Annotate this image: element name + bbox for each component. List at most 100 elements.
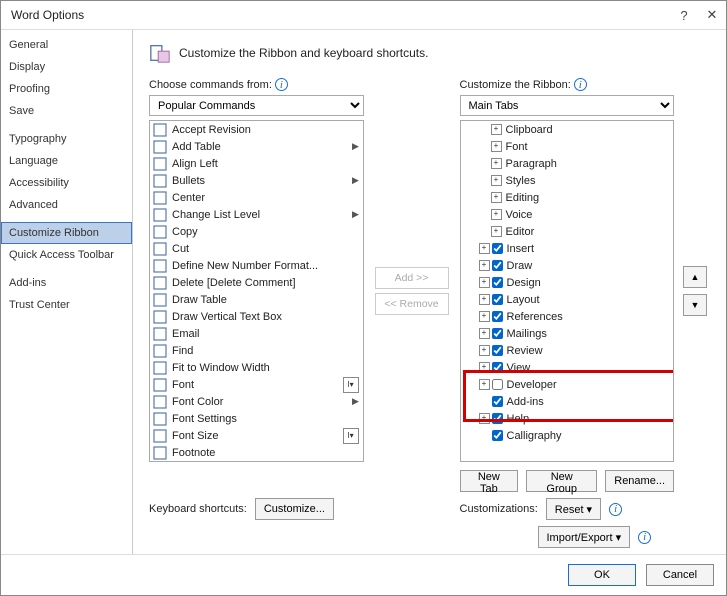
help-button[interactable]: ? <box>670 1 698 29</box>
tab-checkbox[interactable] <box>492 311 503 322</box>
command-item[interactable]: Center <box>150 189 363 206</box>
command-item[interactable]: Add Table▶ <box>150 138 363 155</box>
tab-checkbox[interactable] <box>492 396 503 407</box>
sidebar-item[interactable]: Proofing <box>1 78 132 100</box>
command-item[interactable]: Find <box>150 342 363 359</box>
remove-button[interactable]: << Remove <box>375 293 449 315</box>
ok-button[interactable]: OK <box>568 564 636 586</box>
command-item[interactable]: Draw Vertical Text Box <box>150 308 363 325</box>
choose-commands-dropdown[interactable]: Popular Commands <box>149 95 364 116</box>
tree-expander-icon[interactable]: + <box>479 413 490 424</box>
tree-expander-icon[interactable]: + <box>491 209 502 220</box>
command-item[interactable]: Change List Level▶ <box>150 206 363 223</box>
add-button[interactable]: Add >> <box>375 267 449 289</box>
info-icon[interactable]: i <box>574 78 587 91</box>
import-export-dropdown[interactable]: Import/Export ▾ <box>538 526 631 548</box>
tree-expander-icon[interactable]: + <box>491 141 502 152</box>
tree-expander-icon[interactable]: + <box>479 294 490 305</box>
commands-listbox[interactable]: Accept RevisionAdd Table▶Align LeftBulle… <box>149 120 364 462</box>
tree-expander-icon[interactable]: + <box>479 260 490 271</box>
tab-checkbox[interactable] <box>492 362 503 373</box>
command-item[interactable]: Define New Number Format... <box>150 257 363 274</box>
tree-expander-icon[interactable]: + <box>491 175 502 186</box>
sidebar-item[interactable]: Customize Ribbon <box>1 222 132 244</box>
tree-expander-icon[interactable]: + <box>491 158 502 169</box>
tree-group[interactable]: +Font <box>461 138 674 155</box>
command-item[interactable]: Bullets▶ <box>150 172 363 189</box>
tree-group[interactable]: +Voice <box>461 206 674 223</box>
new-group-button[interactable]: New Group <box>526 470 597 492</box>
tree-expander-icon[interactable]: + <box>479 362 490 373</box>
ribbon-tree[interactable]: +Clipboard+Font+Paragraph+Styles+Editing… <box>460 120 675 462</box>
sidebar-item[interactable]: Advanced <box>1 194 132 216</box>
tree-tab[interactable]: +Review <box>461 342 674 359</box>
sidebar-item[interactable]: Save <box>1 100 132 122</box>
sidebar-item[interactable]: Quick Access Toolbar <box>1 244 132 266</box>
tree-group[interactable]: +Editing <box>461 189 674 206</box>
tree-group[interactable]: +Editor <box>461 223 674 240</box>
sidebar-item[interactable]: Language <box>1 150 132 172</box>
tree-expander-icon[interactable]: + <box>479 277 490 288</box>
tree-expander-icon[interactable]: + <box>491 192 502 203</box>
tab-checkbox[interactable] <box>492 345 503 356</box>
command-item[interactable]: Email <box>150 325 363 342</box>
command-item[interactable]: Font SizeI▾ <box>150 427 363 444</box>
move-up-button[interactable]: ▲ <box>683 266 707 288</box>
reset-dropdown[interactable]: Reset ▾ <box>546 498 601 520</box>
tree-tab[interactable]: +Insert <box>461 240 674 257</box>
rename-button[interactable]: Rename... <box>605 470 674 492</box>
tree-tab[interactable]: Add-ins <box>461 393 674 410</box>
command-item[interactable]: Align Left <box>150 155 363 172</box>
command-item[interactable]: Font Color▶ <box>150 393 363 410</box>
tree-tab[interactable]: +References <box>461 308 674 325</box>
tree-tab[interactable]: +Draw <box>461 257 674 274</box>
info-icon[interactable]: i <box>609 503 622 516</box>
tree-expander-icon[interactable]: + <box>479 379 490 390</box>
tab-checkbox[interactable] <box>492 413 503 424</box>
command-item[interactable]: Font Settings <box>150 410 363 427</box>
tree-tab[interactable]: +View <box>461 359 674 376</box>
tree-tab[interactable]: +Help <box>461 410 674 427</box>
tree-tab[interactable]: +Layout <box>461 291 674 308</box>
info-icon[interactable]: i <box>275 78 288 91</box>
sidebar-item[interactable]: Trust Center <box>1 294 132 316</box>
tree-expander-icon[interactable]: + <box>479 328 490 339</box>
new-tab-button[interactable]: New Tab <box>460 470 519 492</box>
sidebar-item[interactable]: Add-ins <box>1 272 132 294</box>
command-item[interactable]: Footnote <box>150 444 363 461</box>
tree-expander-icon[interactable]: + <box>491 226 502 237</box>
tab-checkbox[interactable] <box>492 430 503 441</box>
tree-group[interactable]: +Paragraph <box>461 155 674 172</box>
tree-expander-icon[interactable]: + <box>491 124 502 135</box>
move-down-button[interactable]: ▼ <box>683 294 707 316</box>
tree-tab[interactable]: +Developer <box>461 376 674 393</box>
tree-tab[interactable]: Calligraphy <box>461 427 674 444</box>
sidebar-item[interactable]: General <box>1 34 132 56</box>
tab-checkbox[interactable] <box>492 277 503 288</box>
customize-shortcuts-button[interactable]: Customize... <box>255 498 334 520</box>
tree-expander-icon[interactable]: + <box>479 311 490 322</box>
command-item[interactable]: Copy <box>150 223 363 240</box>
cancel-button[interactable]: Cancel <box>646 564 714 586</box>
command-item[interactable]: FontI▾ <box>150 376 363 393</box>
tab-checkbox[interactable] <box>492 379 503 390</box>
tree-group[interactable]: +Styles <box>461 172 674 189</box>
command-item[interactable]: Accept Revision <box>150 121 363 138</box>
tab-checkbox[interactable] <box>492 294 503 305</box>
command-item[interactable]: Cut <box>150 240 363 257</box>
tree-tab[interactable]: +Design <box>461 274 674 291</box>
sidebar-item[interactable]: Typography <box>1 128 132 150</box>
info-icon[interactable]: i <box>638 531 651 544</box>
command-item[interactable]: Fit to Window Width <box>150 359 363 376</box>
sidebar-item[interactable]: Display <box>1 56 132 78</box>
tab-checkbox[interactable] <box>492 243 503 254</box>
sidebar-item[interactable]: Accessibility <box>1 172 132 194</box>
tree-tab[interactable]: +Mailings <box>461 325 674 342</box>
tab-checkbox[interactable] <box>492 260 503 271</box>
customize-ribbon-dropdown[interactable]: Main Tabs <box>460 95 675 116</box>
tree-group[interactable]: +Clipboard <box>461 121 674 138</box>
tree-expander-icon[interactable]: + <box>479 345 490 356</box>
tree-expander-icon[interactable]: + <box>479 243 490 254</box>
tab-checkbox[interactable] <box>492 328 503 339</box>
command-item[interactable]: Delete [Delete Comment] <box>150 274 363 291</box>
